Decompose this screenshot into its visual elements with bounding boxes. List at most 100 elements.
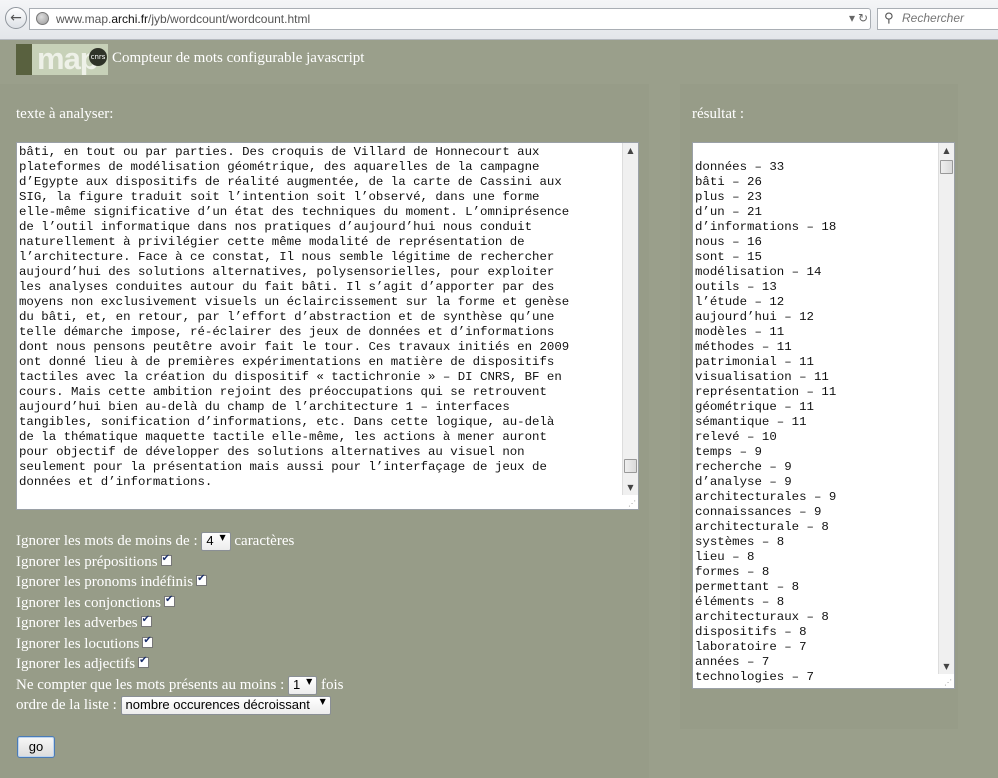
text-line: seulement pour la présentation mais auss…	[19, 460, 547, 474]
chevron-down-icon: ▼	[319, 697, 326, 707]
result-label: résultat :	[692, 106, 745, 122]
result-line: laboratoire – 7	[695, 640, 807, 654]
cnrs-seal: cnrs	[89, 48, 107, 66]
prepositions-checkbox[interactable]	[160, 553, 172, 566]
text-line: données et d’informations.	[19, 475, 213, 489]
result-line: plus – 23	[695, 190, 762, 204]
chevron-down-icon: ▼	[219, 533, 226, 543]
locutions-checkbox[interactable]	[142, 635, 154, 648]
result-line: connaissances – 9	[695, 505, 822, 519]
result-content: données – 33 bâti – 26 plus – 23 d’un – 21 d…	[695, 145, 836, 685]
text-line: ont donné lieu à de premières expériment…	[19, 355, 555, 369]
result-line: l’étude – 12	[695, 295, 785, 309]
text-line: moyens non exclusivement visuels un écla…	[19, 295, 570, 309]
scroll-thumb[interactable]	[940, 160, 953, 174]
scroll-up-icon[interactable]: ▲	[939, 143, 954, 158]
result-line: permettant – 8	[695, 580, 800, 594]
text-line: SIG, la figure traduit soit l’intention …	[19, 190, 540, 204]
result-line: données – 33	[695, 160, 785, 174]
result-line: d’un – 21	[695, 205, 762, 219]
result-line: géométrique – 11	[695, 400, 814, 414]
input-scrollbar[interactable]: ▲ ▼	[622, 143, 638, 495]
min-count-option: Ne compter que les mots présents au moin…	[16, 675, 344, 696]
min-length-option: Ignorer les mots de moins de : 4 ▼ caract…	[16, 531, 294, 552]
text-line: elle-même significative d’un état des te…	[19, 205, 570, 219]
result-line	[695, 145, 836, 160]
result-line: architecturale – 8	[695, 520, 829, 534]
option-locutions: Ignorer les locutions	[16, 634, 154, 654]
search-input[interactable]	[902, 11, 998, 25]
reload-icon[interactable]: ↻	[858, 11, 868, 25]
result-line: d’informations – 18	[695, 220, 837, 234]
result-line: bâti – 26	[695, 175, 762, 189]
scroll-down-icon[interactable]: ▼	[623, 480, 638, 495]
result-scrollbar[interactable]: ▲ ▼	[938, 143, 954, 674]
page-title: Compteur de mots configurable javascript	[112, 50, 365, 66]
text-line: de l’outil informatique dans nos pratiqu…	[19, 220, 533, 234]
adverbes-checkbox[interactable]	[140, 614, 152, 627]
result-line: années – 7	[695, 655, 770, 669]
back-arrow-icon[interactable]: ←	[5, 7, 27, 29]
min-length-select[interactable]: 4 ▼	[201, 532, 231, 552]
text-line: naturellement à privilégier cette même m…	[19, 235, 525, 249]
result-output-area[interactable]: données – 33 bâti – 26 plus – 23 d’un – 21 d…	[692, 142, 955, 689]
text-line: plateformes de modélisation géométrique,…	[19, 160, 540, 174]
result-line: outils – 13	[695, 280, 777, 294]
result-line: sont – 15	[695, 250, 762, 264]
result-line: méthodes – 11	[695, 340, 792, 354]
pronoms-checkbox[interactable]	[196, 573, 208, 586]
min-count-select[interactable]: 1 ▼	[288, 676, 318, 696]
url-text: www.map.archi.fr/jyb/wordcount/wordcount…	[56, 12, 311, 26]
go-button[interactable]: go	[17, 736, 55, 758]
search-box[interactable]: ⚲	[877, 8, 998, 30]
result-line: technologies – 7	[695, 670, 814, 684]
option-adjectifs: Ignorer les adjectifs	[16, 654, 150, 674]
scroll-thumb[interactable]	[624, 459, 637, 473]
result-line: relevé – 10	[695, 430, 777, 444]
chevron-down-icon: ▼	[306, 677, 313, 687]
address-bar[interactable]: www.map.archi.fr/jyb/wordcount/wordcount…	[29, 8, 871, 30]
map-logo: map cnrs	[16, 44, 108, 75]
result-line: visualisation – 11	[695, 370, 829, 384]
scroll-up-icon[interactable]: ▲	[623, 143, 638, 158]
text-line: aujourd’hui des solutions alternatives, …	[19, 265, 555, 279]
text-line: d’Egypte aux dispositifs de réalité augm…	[19, 175, 562, 189]
text-input-area[interactable]: bâti, en tout ou par parties. Des croqui…	[16, 142, 639, 510]
resize-grip-icon[interactable]: ⋰	[628, 499, 636, 508]
browser-toolbar: ← www.map.archi.fr/jyb/wordcount/wordcou…	[0, 0, 998, 40]
option-adverbes: Ignorer les adverbes	[16, 613, 152, 633]
result-line: modèles – 11	[695, 325, 785, 339]
result-line: architecturaux – 8	[695, 610, 829, 624]
text-line: l’architecture. Face à ce constat, Il no…	[19, 250, 555, 264]
conjonctions-checkbox[interactable]	[163, 594, 175, 607]
resize-grip-icon[interactable]: ⋰	[944, 678, 952, 687]
text-line: telle démarche impose, ré-éclairer des j…	[19, 325, 555, 339]
text-line: dont nous pensons peutêtre avoir fait le…	[19, 340, 570, 354]
text-input-content: bâti, en tout ou par parties. Des croqui…	[19, 145, 569, 490]
result-line: dispositifs – 8	[695, 625, 807, 639]
dropdown-icon[interactable]: ▾	[849, 11, 855, 25]
option-conjonctions: Ignorer les conjonctions	[16, 593, 175, 613]
text-line: bâti, en tout ou par parties. Des croqui…	[19, 145, 540, 159]
search-icon: ⚲	[884, 11, 894, 26]
text-line: aujourd’hui bien au-delà du champ de l’a…	[19, 400, 510, 414]
option-prepositions: Ignorer les prépositions	[16, 552, 172, 572]
scroll-down-icon[interactable]: ▼	[939, 659, 954, 674]
adjectifs-checkbox[interactable]	[138, 655, 150, 668]
globe-icon	[36, 12, 49, 25]
text-line: les analyses conduites autour du fait bâ…	[19, 280, 555, 294]
option-pronoms: Ignorer les pronoms indéfinis	[16, 572, 208, 592]
result-line: aujourd’hui – 12	[695, 310, 814, 324]
result-line: formes – 8	[695, 565, 770, 579]
result-line: éléments – 8	[695, 595, 785, 609]
result-line: temps – 9	[695, 445, 762, 459]
result-line: systèmes – 8	[695, 535, 785, 549]
text-line: du bâti, et, en retour, par l’effort d’a…	[19, 310, 555, 324]
result-line: d’analyse – 9	[695, 475, 792, 489]
result-line: lieu – 8	[695, 550, 755, 564]
text-line: de la thématique maquette tactile elle-m…	[19, 430, 547, 444]
result-line: représentation – 11	[695, 385, 837, 399]
result-line: recherche – 9	[695, 460, 792, 474]
result-line: nous – 16	[695, 235, 762, 249]
order-select[interactable]: nombre occurences décroissant ▼	[120, 696, 331, 716]
